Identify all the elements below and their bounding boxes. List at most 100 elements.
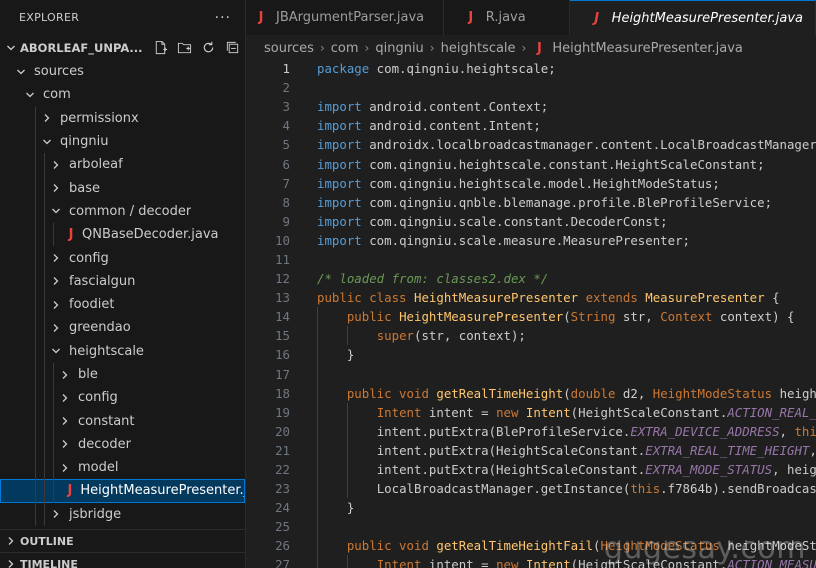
tree-folder-item[interactable]: qingniu (0, 129, 245, 154)
line-number: 24 (275, 500, 290, 516)
tree-folder-item[interactable]: model (0, 456, 245, 480)
tree-folder-item[interactable]: fascialgun (0, 269, 245, 293)
code-line: 13 public class HeightMeasurePresenter ex… (246, 288, 816, 307)
code-token: HeightMeasurePresenter (413, 290, 586, 306)
code-token: str (622, 309, 646, 325)
tab-heightmeasurepresenter[interactable]: J HeightMeasurePresenter.java (569, 0, 816, 35)
chevron-down-icon (23, 88, 37, 102)
line-number: 1 (282, 61, 290, 77)
indent-guide (35, 432, 36, 457)
breadcrumb-item[interactable]: HeightMeasurePresenter.java (552, 41, 743, 56)
tree-folder-item[interactable]: base (0, 176, 245, 200)
project-root[interactable]: ABORLEAF_UNPA... (0, 35, 245, 60)
breadcrumb-item[interactable]: heightscale (441, 41, 516, 56)
code-text: public HeightMeasurePresenter(String str… (317, 309, 795, 325)
code-token: HeightMeasurePresenter (399, 309, 564, 325)
indent-guide (346, 421, 348, 441)
tab-jbargumentparser[interactable]: J JBArgumentParser.java (246, 0, 444, 35)
code-text: Intent intent = new Intent(HeightScaleCo… (317, 405, 816, 420)
collapse-all-icon[interactable] (224, 40, 240, 56)
tree-folder-item[interactable]: heightscale (0, 339, 245, 363)
indent-guide (346, 555, 348, 568)
code-token: extends (585, 290, 646, 306)
outline-label: OUTLINE (20, 534, 74, 548)
code-token: public class (317, 290, 414, 306)
refresh-icon[interactable] (200, 40, 216, 56)
code-line: 15 super(str, context); (246, 326, 816, 346)
line-number: 3 (282, 99, 290, 115)
chevron-right-icon (4, 536, 18, 546)
tree-folder-item[interactable]: common / decoder (0, 199, 245, 224)
line-number: 17 (275, 366, 290, 382)
code-token: Context (660, 309, 720, 325)
tree-folder-item[interactable]: permissionx (0, 106, 245, 130)
breadcrumb-item[interactable]: sources (264, 41, 314, 56)
tree-folder-item[interactable]: arboleaf (0, 153, 245, 177)
new-file-icon[interactable] (152, 40, 168, 56)
code-token: ( (563, 309, 571, 325)
breadcrumb-item[interactable]: com (331, 41, 359, 56)
line-number: 15 (275, 328, 290, 344)
indent-guide (317, 498, 318, 518)
indent-guide (44, 339, 45, 363)
code-line: 5 import androidx.localbroadcastmanager.c… (246, 135, 816, 154)
indent-guide (317, 383, 318, 403)
code-token: } (346, 347, 355, 363)
timeline-section[interactable]: TIMELINE (0, 552, 245, 568)
chevron-down-icon (14, 65, 28, 79)
tree-file-item[interactable]: J QNBaseDecoder.java (0, 223, 245, 247)
code-token: this (630, 481, 661, 497)
tree-folder-item[interactable]: com (0, 83, 245, 106)
code-token: Intent (525, 404, 571, 420)
code-text: import com.qingniu.heightscale.model.Hei… (317, 176, 720, 191)
chevron-down-icon (4, 43, 18, 53)
indent-guide (35, 246, 36, 270)
code-token: import (317, 99, 362, 115)
tree-file-item[interactable]: J HeightMeasurePresenter.j... (0, 479, 245, 503)
new-folder-icon[interactable] (176, 40, 192, 56)
file-tree: sources com permissionx qingniu arboleaf base… (0, 60, 245, 526)
tree-folder-item[interactable]: greendao (0, 316, 245, 340)
tree-folder-item[interactable]: decoder (0, 432, 245, 457)
code-token: getRealTimeHeightFail (436, 538, 594, 554)
code-view[interactable]: 1 package com.qingniu.heightscale; 2 3 impor… (246, 59, 816, 568)
tree-folder-item[interactable]: constant (0, 409, 245, 433)
code-token: double (570, 385, 623, 401)
indent-guide (346, 402, 348, 422)
tree-folder-item[interactable]: config (0, 386, 245, 410)
outline-section[interactable]: OUTLINE (0, 529, 245, 552)
code-token: Intent (376, 557, 429, 568)
code-line: 18 public void getRealTimeHeight(double … (246, 383, 816, 403)
tab-label: HeightMeasurePresenter.java (611, 10, 803, 26)
code-text: import com.qingniu.scale.measure.Measure… (317, 233, 690, 248)
tree-folder-item[interactable]: config (0, 246, 245, 270)
code-text: } (317, 500, 354, 515)
tree-folder-item[interactable]: foodiet (0, 292, 245, 317)
code-token: public void (346, 538, 437, 554)
tab-r-java[interactable]: J R.java (443, 0, 570, 35)
explorer-title: EXPLORER (19, 11, 80, 24)
code-token: ) { (772, 309, 795, 325)
code-text: super(str, context); (317, 328, 526, 343)
code-token: , (645, 309, 661, 325)
tree-folder-item[interactable]: ble (0, 362, 245, 387)
indent-guide (53, 386, 54, 410)
indent-guide (44, 292, 45, 317)
breadcrumb-item[interactable]: qingniu (375, 41, 423, 56)
code-token: , (779, 423, 795, 439)
code-token: com.qingniu.scale.measure.MeasurePresent… (361, 232, 690, 248)
more-actions-icon[interactable]: ··· (215, 10, 231, 26)
code-text: intent.putExtra(BleProfileService.EXTRA_… (317, 424, 816, 439)
code-line: 22 intent.putExtra(HeightScaleConstant.E… (246, 459, 816, 480)
explorer-sidebar: EXPLORER ··· ABORLEAF_UNPA... sources com… (0, 0, 246, 568)
line-number: 2 (282, 80, 290, 96)
line-number: 5 (282, 137, 290, 153)
tree-folder-item[interactable]: jsbridge (0, 502, 245, 526)
indent-guide (346, 459, 348, 480)
tree-folder-item[interactable]: sources (0, 60, 245, 83)
indent-guide (53, 456, 54, 480)
indent-guide (317, 517, 318, 537)
line-number: 26 (275, 538, 290, 554)
